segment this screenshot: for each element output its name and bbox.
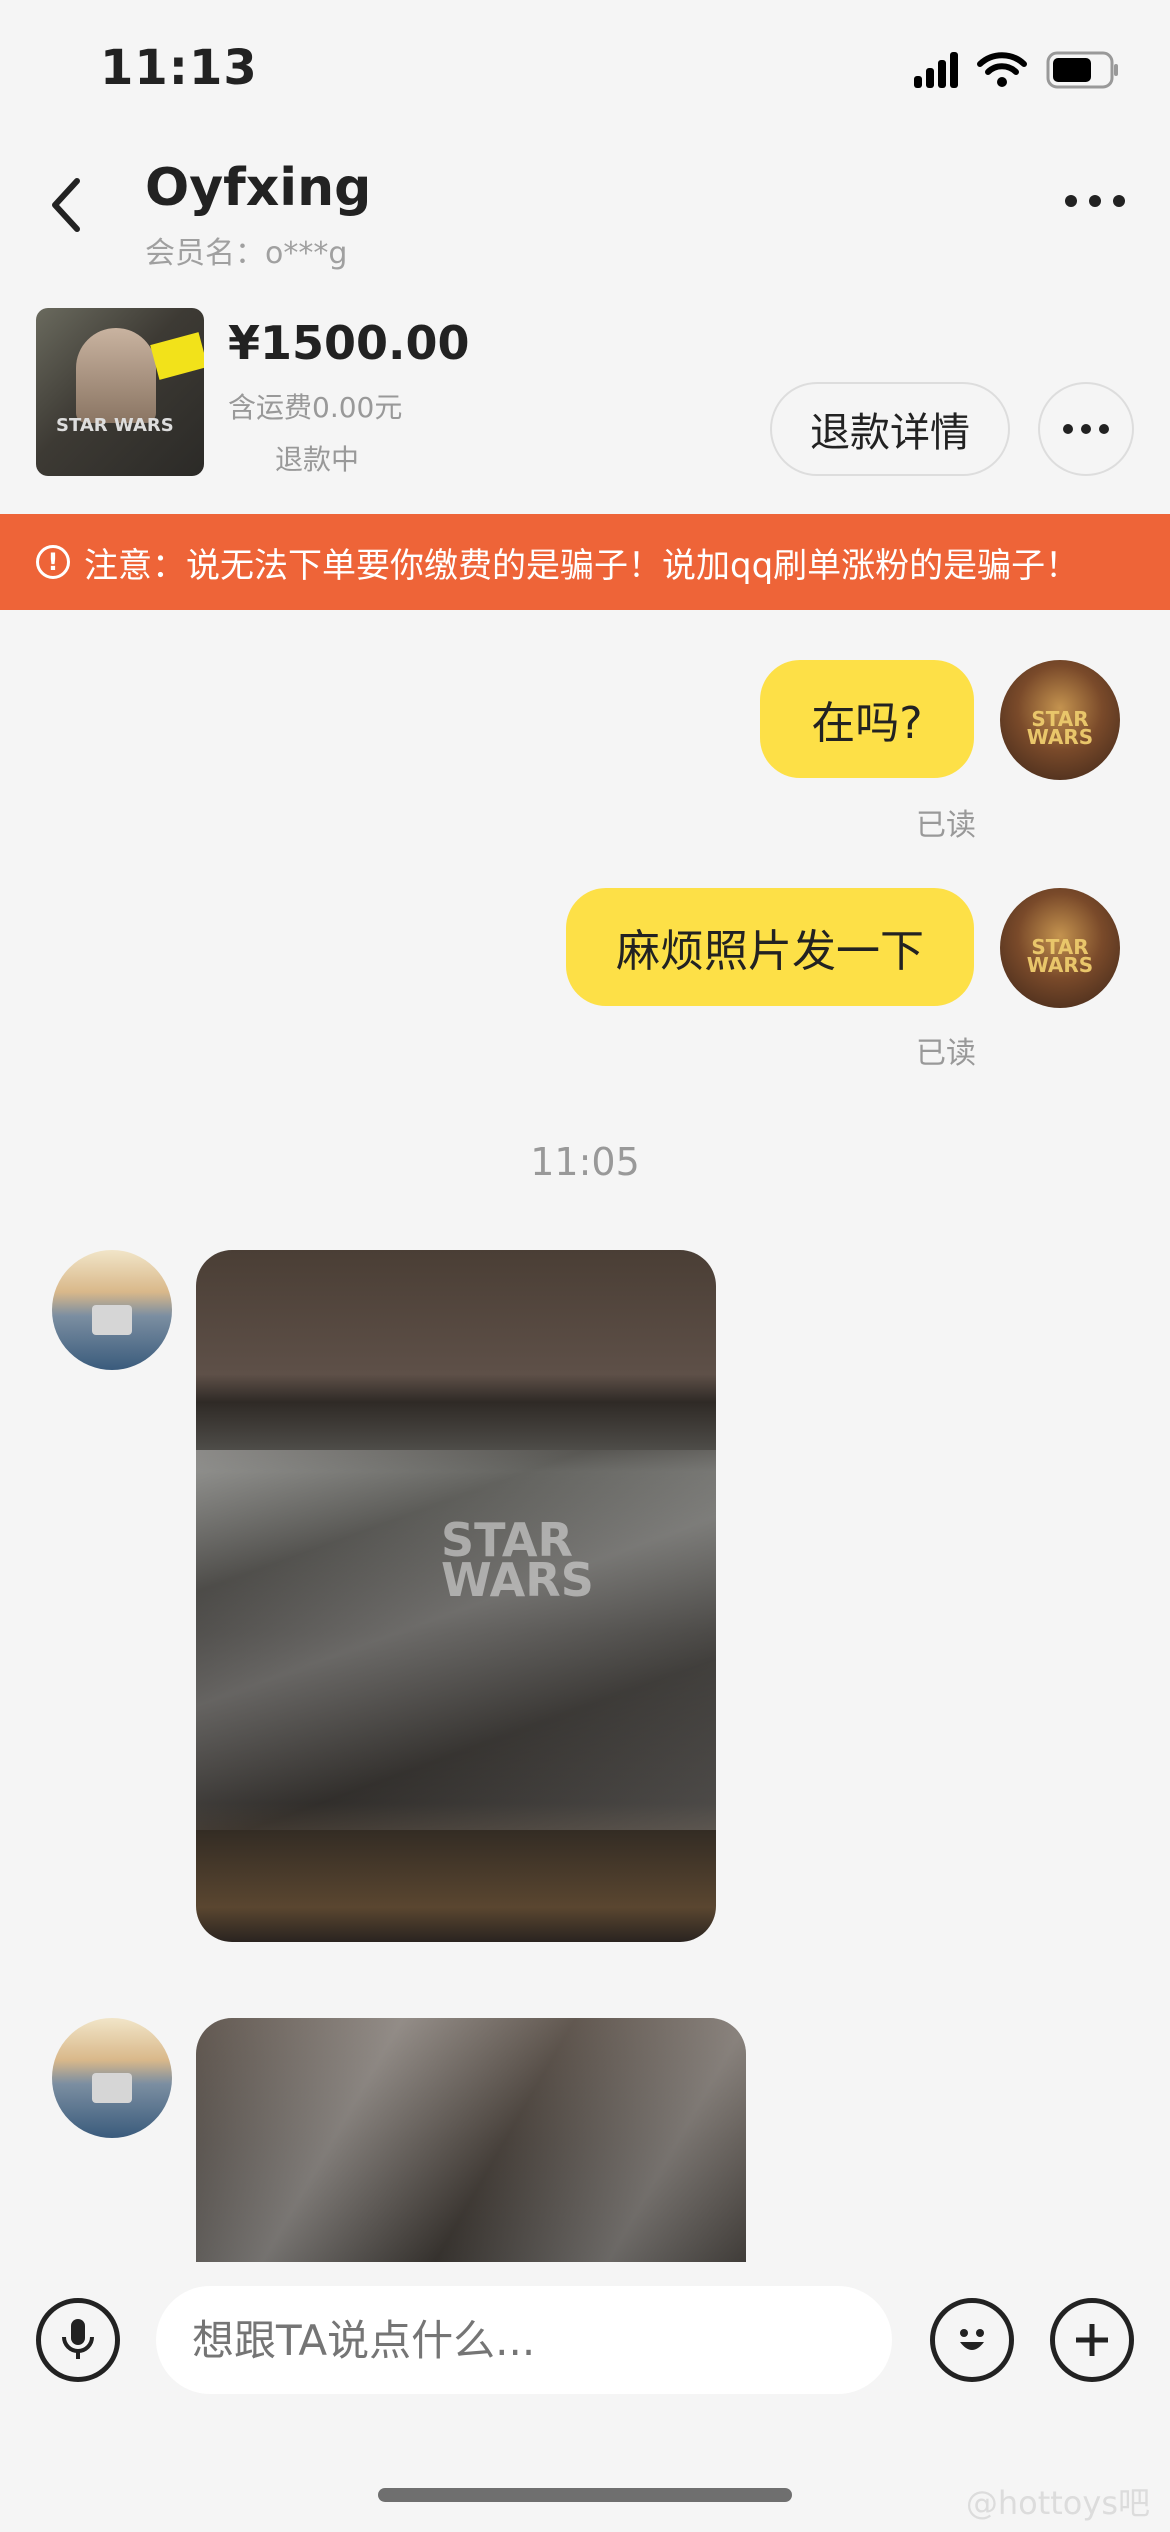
refund-details-button[interactable]: 退款详情 [770,382,1010,476]
chat-timestamp: 11:05 [530,1140,640,1184]
message-bubble[interactable]: 麻烦照片发一下 [566,888,974,1006]
signal-icon [914,52,958,88]
read-status: 已读 [916,808,976,843]
more-options-icon[interactable] [1065,195,1125,207]
wifi-icon [977,52,1027,87]
back-arrow-icon[interactable] [45,175,85,235]
warning-banner: ! 注意：说无法下单要你缴费的是骗子！说加qq刷单涨粉的是骗子！ [0,514,1170,610]
member-name: 会员名：o***g [145,236,348,271]
contact-avatar[interactable] [52,2018,172,2138]
microphone-icon [62,2319,94,2359]
status-bar: 11:13 [0,0,1170,140]
voice-button[interactable] [36,2298,120,2382]
add-button[interactable] [1050,2298,1134,2382]
message-input[interactable] [156,2286,892,2394]
my-avatar[interactable]: STAR WARS [1000,660,1120,780]
home-indicator[interactable] [378,2488,792,2502]
product-price: ¥1500.00 [228,316,470,370]
plus-icon [1076,2324,1108,2356]
status-time: 11:13 [100,40,258,96]
photo-message[interactable] [196,2018,746,2262]
my-avatar[interactable]: STAR WARS [1000,888,1120,1008]
contact-name[interactable]: Oyfxing [145,158,371,218]
message-text: 麻烦照片发一下 [616,926,924,977]
chat-header: Oyfxing 会员名：o***g [0,140,1170,290]
product-card[interactable]: STAR WARS ¥1500.00 含运费0.00元 退款中 退款详情 [0,300,1170,490]
emoji-icon [960,2329,984,2350]
message-bubble[interactable]: 在吗? [760,660,974,778]
read-status: 已读 [916,1036,976,1071]
battery-icon [1046,51,1118,89]
emoji-button[interactable] [930,2298,1014,2382]
contact-avatar[interactable] [52,1250,172,1370]
message-text: 在吗? [811,698,923,749]
product-shipping: 含运费0.00元 [228,391,403,424]
refund-status: 退款中 [275,443,360,476]
status-icons [914,50,1120,90]
product-more-button[interactable] [1038,382,1134,476]
watermark: @hottoys吧 [965,2484,1150,2522]
warning-text: 注意：说无法下单要你缴费的是骗子！说加qq刷单涨粉的是骗子！ [84,545,1080,586]
photo-message[interactable]: STAR WARS [196,1250,716,1942]
alert-icon: ! [36,545,70,579]
product-thumbnail[interactable]: STAR WARS [36,308,204,476]
